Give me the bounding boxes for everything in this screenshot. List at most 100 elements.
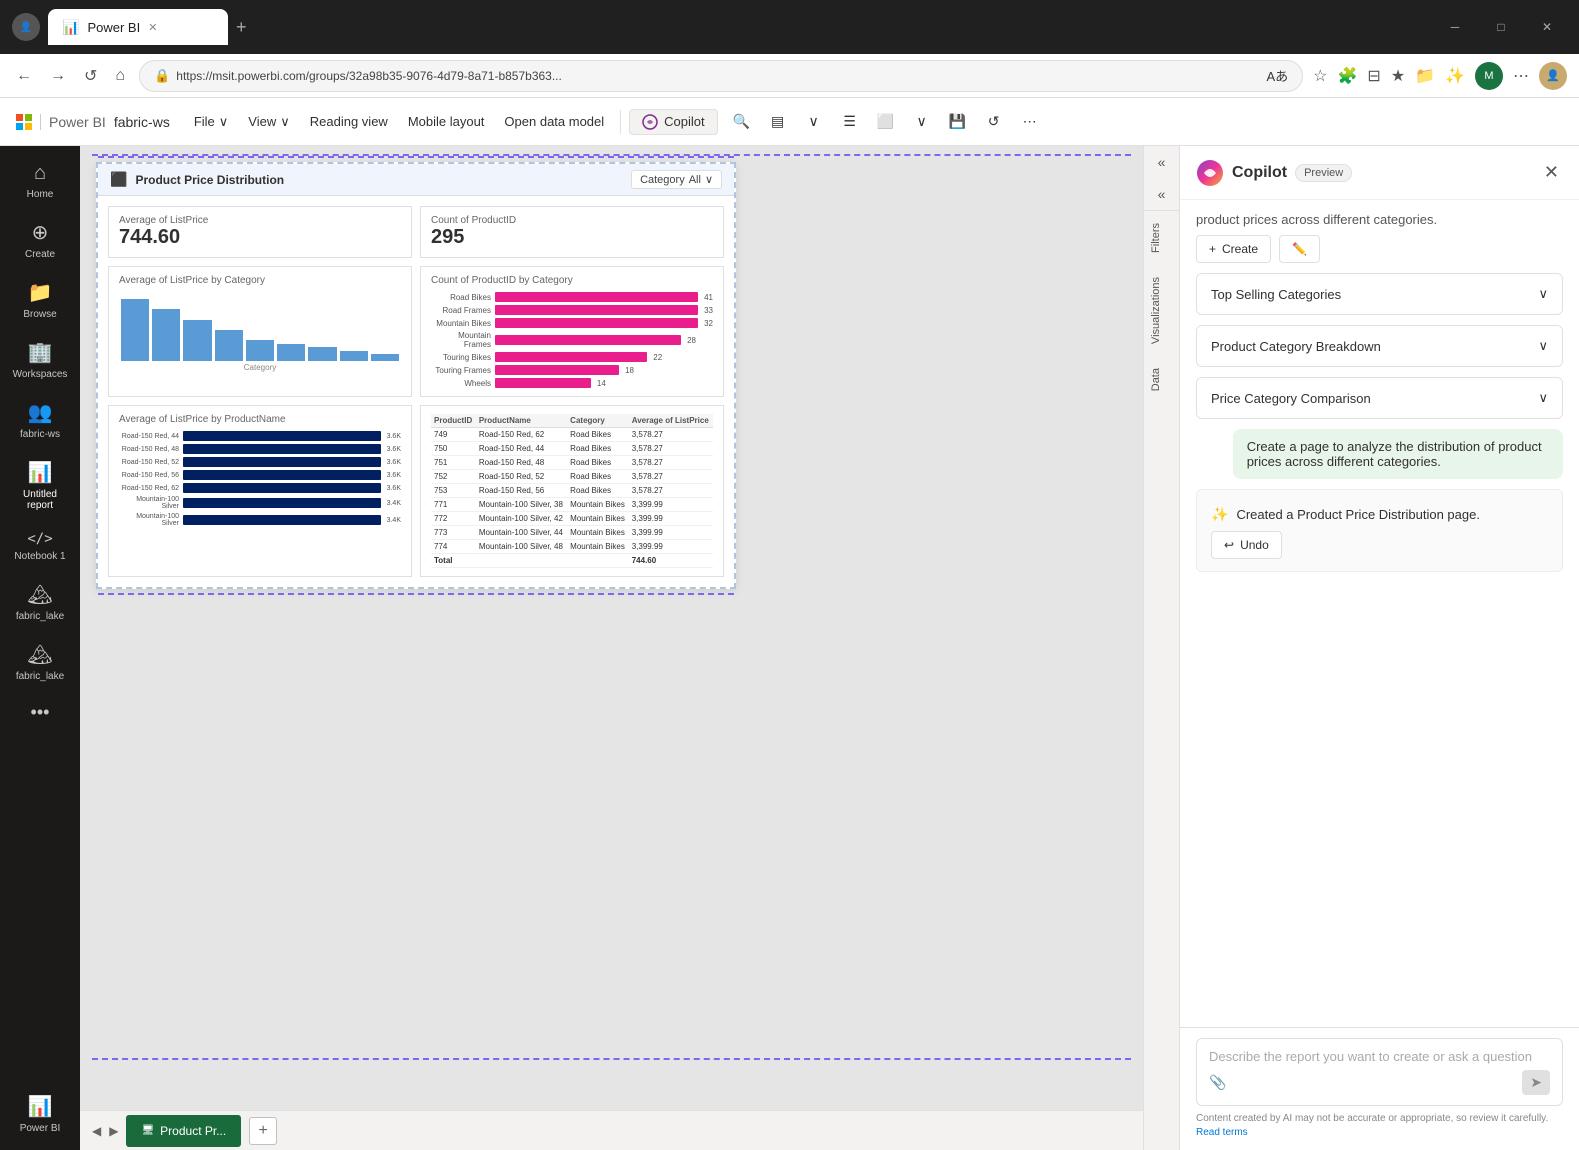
home-button[interactable]: ⌂ [111,63,129,89]
mobile-layout-btn[interactable]: Mobile layout [400,110,493,133]
table-row: 771Mountain-100 Silver, 38Mountain Bikes… [431,498,713,512]
collections-icon[interactable]: 📁 [1415,66,1435,86]
sidebar-create-label: Create [25,249,55,260]
table-row: 750Road-150 Red, 44Road Bikes3,578.27 [431,442,713,456]
new-tab-button[interactable]: + [236,17,247,38]
workspaces-icon: 🏢 [28,340,53,365]
suggestion-accordion-header-3[interactable]: Price Category Comparison ∨ [1197,378,1562,418]
sidebar-item-fabric-lake1[interactable]: 🏔 fabric_lake [4,574,76,630]
data-btn[interactable]: ☰ [834,106,866,138]
sidebar-item-fabric-lake2[interactable]: 🏔 fabric_lake [4,634,76,690]
sidebar-item-workspaces[interactable]: 🏢 Workspaces [4,332,76,388]
maximize-button[interactable]: □ [1481,11,1521,43]
collapse-icon-2: « [1158,186,1166,202]
chart-count-category: Count of ProductID by Category Road Bike… [420,266,724,397]
copilot-input-actions: 📎 ➤ [1209,1070,1550,1095]
url-bar[interactable]: 🔒 https://msit.powerbi.com/groups/32a98b… [139,60,1303,92]
hbar-3 [495,318,698,328]
page-tab-product[interactable]: 🖥 Product Pr... [126,1115,241,1147]
col-productname: ProductName [476,414,567,428]
page-tab-label: Product Pr... [160,1124,226,1138]
bar-5 [246,340,274,361]
count-label: Count of ProductID [431,215,713,226]
copilot-button[interactable]: Copilot [629,109,717,135]
suggestion-label-3: Price Category Comparison [1211,391,1371,406]
bar-3 [183,320,211,361]
sidebar-item-untitled-report[interactable]: 📊 Untitled report [4,452,76,519]
more-options-icon[interactable]: ⋯ [1513,66,1529,86]
split-icon[interactable]: ⊟ [1367,66,1380,86]
add-page-button[interactable]: + [249,1117,277,1145]
copilot-input-box[interactable]: Describe the report you want to create o… [1196,1038,1563,1106]
save-btn[interactable]: 💾 [942,106,974,138]
open-data-model-btn[interactable]: Open data model [496,110,612,133]
lock-icon: 🔒 [154,68,170,84]
prod-val-2: 3.6K [387,446,401,453]
sidebar-item-create[interactable]: ⊕ Create [4,212,76,268]
browser-tab-powerbi[interactable]: 📊 Power BI ✕ [48,9,228,45]
hbar-5 [495,352,647,362]
copilot-icon [642,114,658,130]
attachment-icon[interactable]: 📎 [1209,1074,1226,1091]
favorites-icon[interactable]: ★ [1391,66,1405,86]
minimize-button[interactable]: ─ [1435,11,1475,43]
report-filter-btn[interactable]: Category All ∨ [631,170,722,189]
page-next-btn[interactable]: ▶ [109,1124,118,1138]
visualizations-collapsed-tab[interactable]: Visualizations [1144,265,1179,356]
collapse-btn-2[interactable]: « [1144,178,1179,211]
format-dropdown[interactable]: ∨ [798,106,830,138]
back-button[interactable]: ← [12,63,36,89]
view-menu[interactable]: View ∨ [240,110,297,134]
table-row: 752Road-150 Red, 52Road Bikes3,578.27 [431,470,713,484]
format-btn[interactable]: ▤ [762,106,794,138]
browser-user-avatar[interactable]: 👤 [1539,62,1567,90]
undo-button[interactable]: ↩ Undo [1211,531,1282,559]
hbar-label-1: Road Bikes [431,293,491,302]
copilot-close-button[interactable]: ✕ [1540,158,1563,187]
sidebar-item-notebook[interactable]: </> Notebook 1 [4,523,76,570]
create-button[interactable]: + Create [1196,235,1271,263]
hbar-row-7: Wheels 14 [431,378,713,388]
collapse-all-btn[interactable]: « [1144,146,1179,178]
file-menu[interactable]: File ∨ [186,110,236,134]
copilot-edge-icon[interactable]: ✨ [1445,66,1465,86]
close-button[interactable]: ✕ [1527,11,1567,43]
col-category: Category [567,414,629,428]
publish-btn[interactable]: ⬜ [870,106,902,138]
toolbar-right-icons: 🔍 ▤ ∨ ☰ ⬜ ∨ 💾 ↺ ⋯ [726,106,1046,138]
more-options-btn[interactable]: ⋯ [1014,106,1046,138]
send-button[interactable]: ➤ [1522,1070,1550,1095]
reading-view-btn[interactable]: Reading view [302,110,396,133]
data-collapsed-tab[interactable]: Data [1144,356,1179,403]
bar-2 [152,309,180,361]
tab-close[interactable]: ✕ [148,21,157,34]
hbar-row-1: Road Bikes 41 [431,292,713,302]
sidebar-item-fabric-ws[interactable]: 👥 fabric-ws [4,392,76,448]
extensions-icon[interactable]: 🧩 [1337,66,1357,86]
filters-collapsed-tab[interactable]: Filters [1144,211,1179,265]
read-terms-link[interactable]: Read terms [1196,1127,1248,1138]
hbar-label-4: Mountain Frames [431,331,491,349]
sidebar-item-browse[interactable]: 📁 Browse [4,272,76,328]
suggestion-accordion-header-1[interactable]: Top Selling Categories ∨ [1197,274,1562,314]
search-visuals-btn[interactable]: 🔍 [726,106,758,138]
refresh-button[interactable]: ↺ [80,62,101,90]
suggestion-chevron-2: ∨ [1538,338,1548,354]
selection-bottom [92,1058,1131,1060]
sidebar-item-power-bi[interactable]: 📊 Power BI [4,1086,76,1142]
page-prev-btn[interactable]: ◀ [92,1124,101,1138]
edit-button[interactable]: ✏️ [1279,235,1320,263]
sidebar-more-dots[interactable]: ••• [23,694,58,731]
report-powerbi-icon: ⬛ [110,171,127,188]
suggestion-accordion-header-2[interactable]: Product Category Breakdown ∨ [1197,326,1562,366]
copilot-preview-badge: Preview [1295,164,1352,182]
forward-button[interactable]: → [46,63,70,89]
browser-actions: ☆ 🧩 ⊟ ★ 📁 ✨ M ⋯ 👤 [1313,62,1567,90]
disclaimer-text: Content created by AI may not be accurat… [1196,1113,1548,1124]
hbar-label-5: Touring Bikes [431,353,491,362]
bookmark-icon[interactable]: ☆ [1313,66,1327,86]
refresh-data-btn[interactable]: ↺ [978,106,1010,138]
publish-dropdown[interactable]: ∨ [906,106,938,138]
sidebar-item-home[interactable]: ⌂ Home [4,154,76,208]
browser-profile-green[interactable]: M [1475,62,1503,90]
